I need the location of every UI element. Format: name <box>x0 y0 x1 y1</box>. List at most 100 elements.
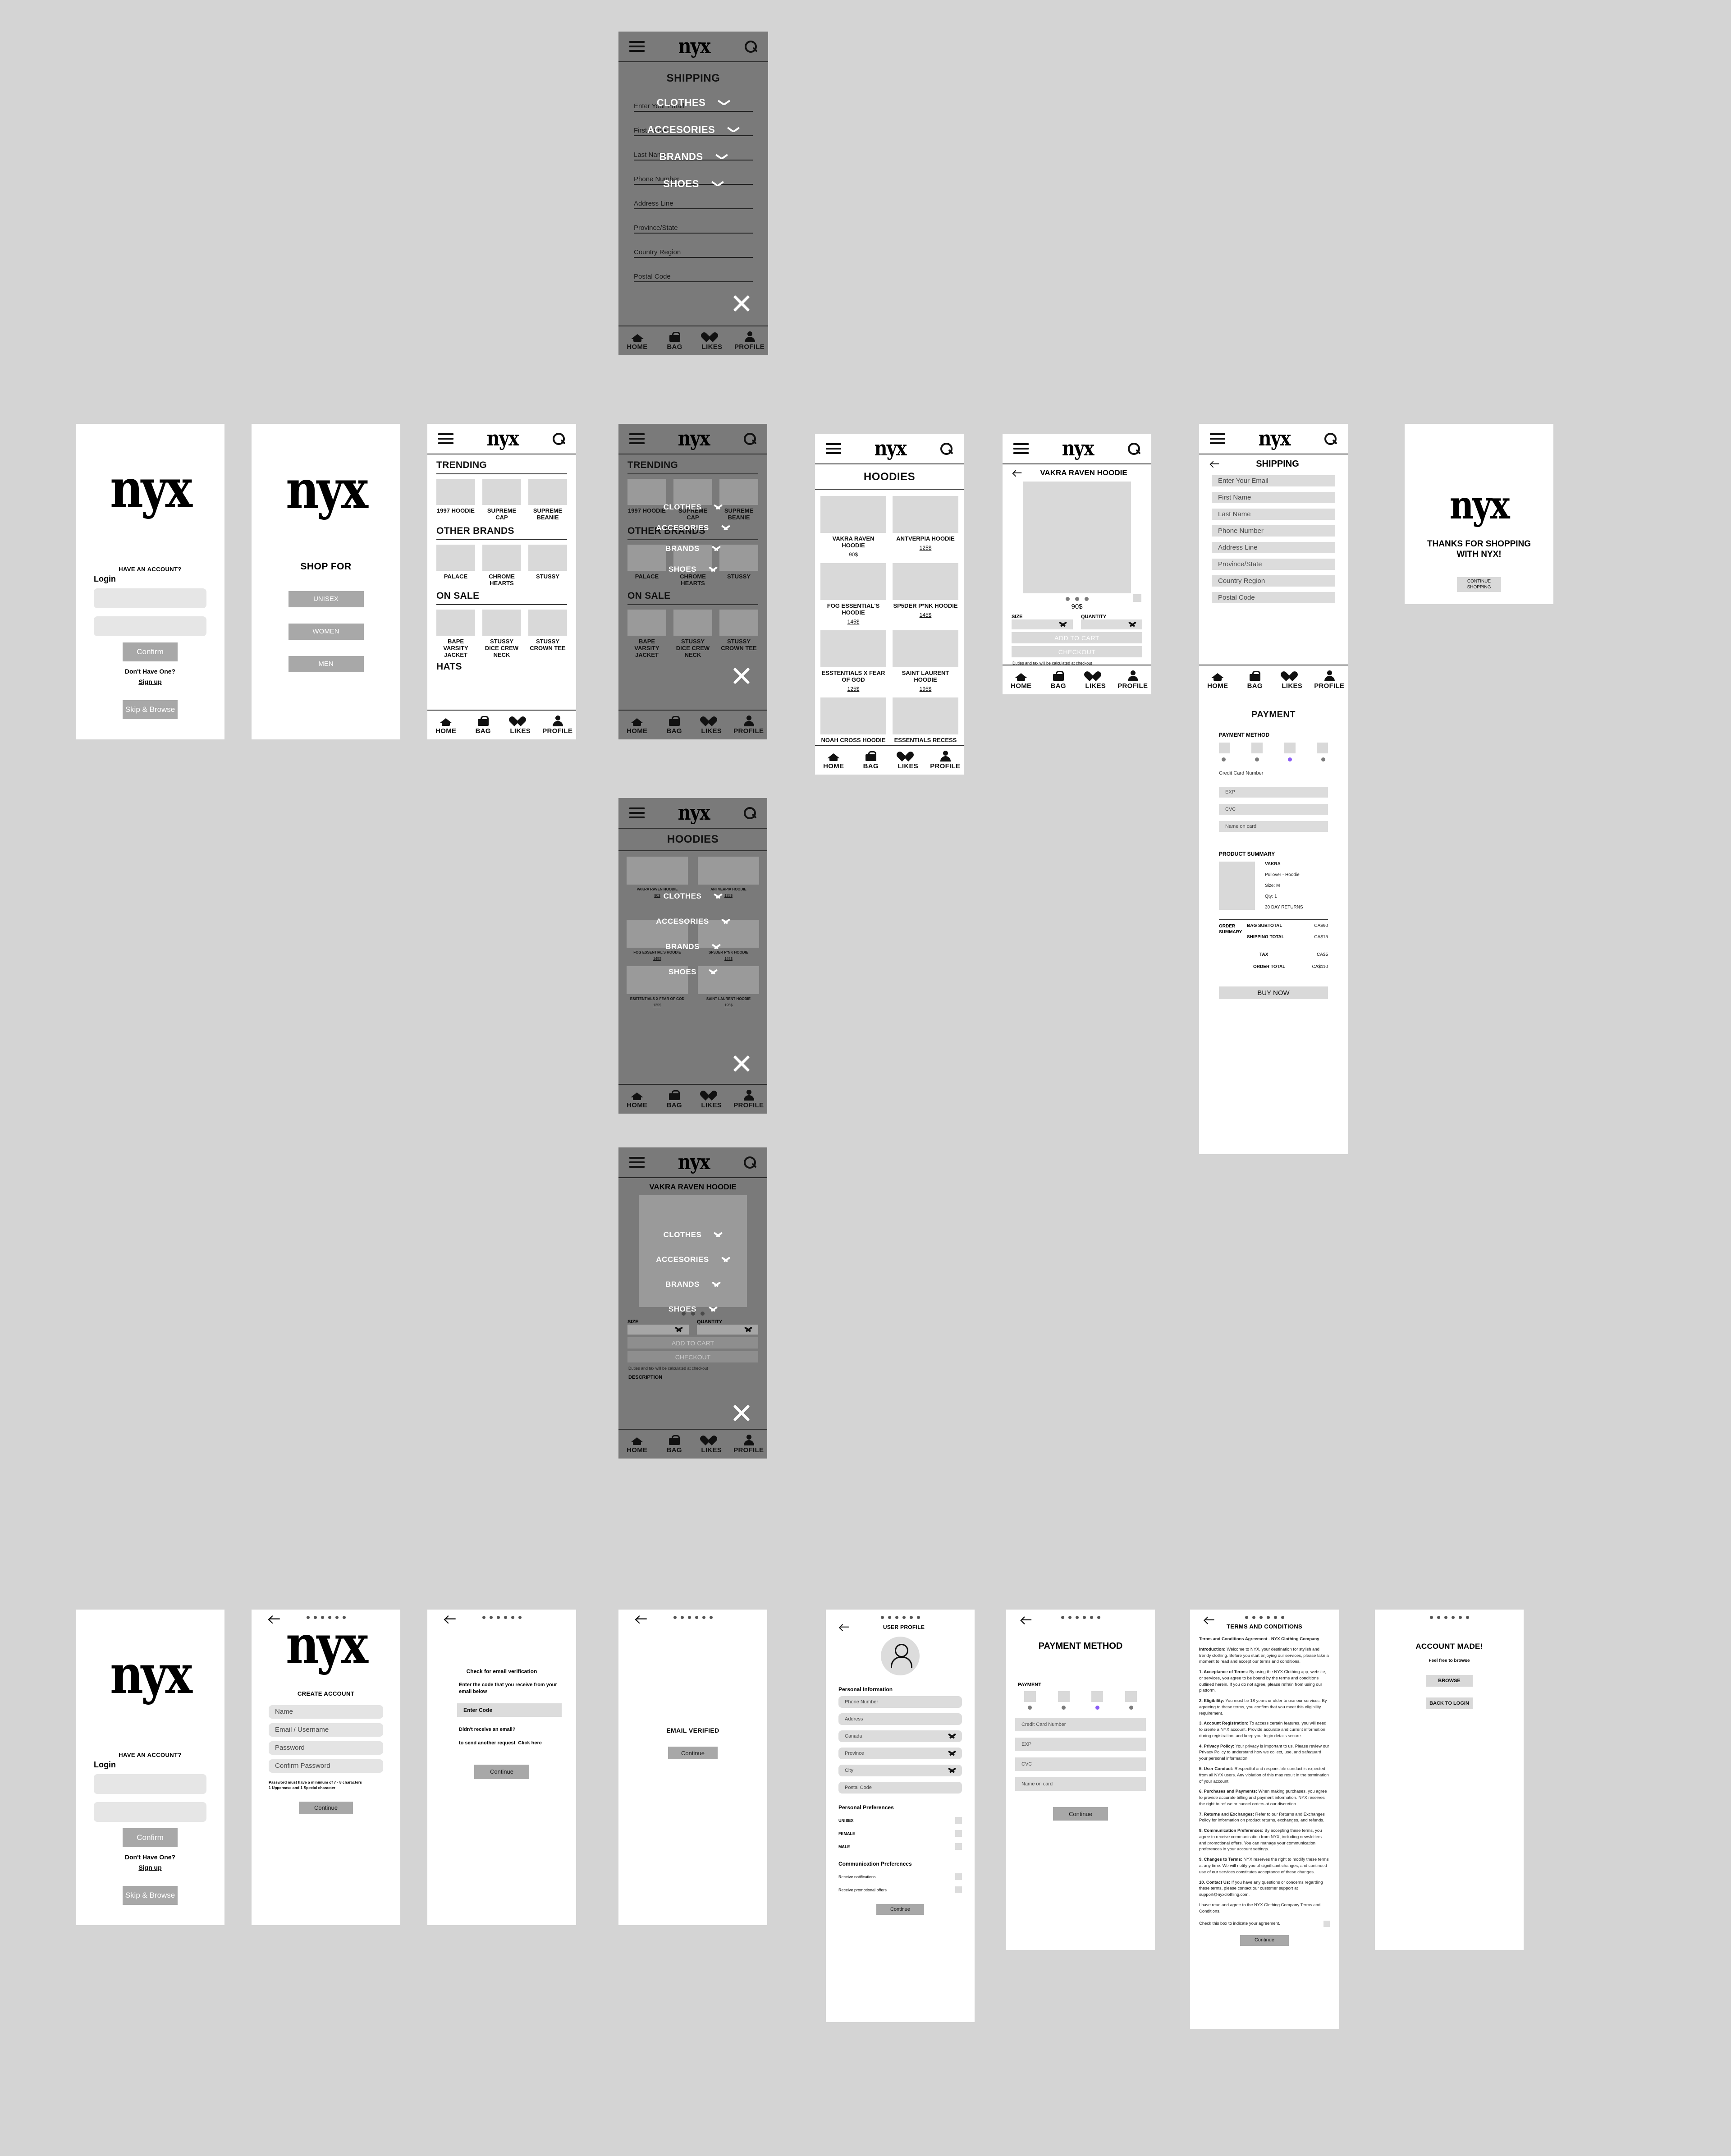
field-province[interactable]: Province/State <box>1212 559 1335 570</box>
carousel-dots[interactable] <box>1003 597 1151 601</box>
menu-icon[interactable] <box>629 433 645 444</box>
search-icon[interactable] <box>939 442 953 455</box>
nav-profile[interactable]: PROFILE <box>730 1434 768 1454</box>
field-exp[interactable]: EXP <box>1015 1738 1146 1751</box>
field-cvc[interactable]: CVC <box>1015 1757 1146 1771</box>
product-card[interactable]: ANTVERPIA HOODIE 125$ <box>893 496 958 558</box>
select-city[interactable]: City <box>838 1765 962 1776</box>
radio-option[interactable] <box>1255 757 1259 761</box>
password-input[interactable] <box>94 1802 206 1822</box>
chevron-down-icon[interactable] <box>709 969 717 975</box>
product-card[interactable]: 1997 HOODIE <box>436 479 475 521</box>
comm-notifications-checkbox[interactable] <box>955 1873 962 1880</box>
radio-option[interactable] <box>1062 1706 1066 1710</box>
continue-button[interactable]: Continue <box>1240 1935 1289 1946</box>
chevron-down-icon[interactable] <box>712 944 720 950</box>
menu-icon[interactable] <box>629 807 645 818</box>
product-card[interactable]: PALACE <box>436 544 475 587</box>
nav-profile[interactable]: PROFILE <box>730 715 768 735</box>
signup-link[interactable]: Sign up <box>76 1864 224 1871</box>
radio-option[interactable] <box>1321 757 1325 761</box>
field-password[interactable]: Password <box>269 1741 383 1755</box>
search-icon[interactable] <box>552 432 565 445</box>
drawer-item-accesories[interactable]: ACCESORIES <box>618 909 767 934</box>
drawer-item-brands[interactable]: BRANDS <box>618 934 767 959</box>
nav-home[interactable]: HOME <box>1199 670 1236 690</box>
drawer-item-shoes[interactable]: SHOES <box>618 1297 767 1321</box>
select-country[interactable]: Canada <box>838 1730 962 1742</box>
continue-button[interactable]: Continue <box>1053 1807 1108 1821</box>
continue-button[interactable]: Continue <box>668 1747 718 1759</box>
menu-icon[interactable] <box>629 41 645 52</box>
product-card[interactable]: SP5DER P*NK HOODIE 145$ <box>893 563 958 625</box>
product-card[interactable]: BAPE VARSITY JACKET <box>436 609 475 659</box>
nav-home[interactable]: HOME <box>618 1434 656 1454</box>
field-cvc[interactable]: CVC <box>1219 804 1328 815</box>
quantity-select[interactable] <box>1081 619 1142 629</box>
drawer-item-shoes[interactable]: SHOES <box>618 959 767 985</box>
drawer-item-accesories[interactable]: ACCESORIES <box>618 116 768 143</box>
drawer-item-brands[interactable]: BRANDS <box>618 1272 767 1297</box>
product-card[interactable]: STUSSY DICE CREW NECK <box>673 609 712 659</box>
browse-button[interactable]: BROWSE <box>1426 1675 1473 1687</box>
search-icon[interactable] <box>744 40 757 53</box>
radio-option[interactable] <box>1129 1706 1133 1710</box>
continue-button[interactable]: Continue <box>474 1764 529 1779</box>
drawer-item-brands[interactable]: BRANDS <box>618 143 768 170</box>
field-postal-code[interactable]: Postal Code <box>838 1782 962 1794</box>
add-to-cart-button[interactable]: ADD TO CART <box>627 1337 758 1349</box>
password-input[interactable] <box>94 616 206 636</box>
chevron-down-icon[interactable] <box>712 181 724 187</box>
product-card[interactable]: VAKRA RAVEN HOODIE 90$ <box>820 496 886 558</box>
nav-bag[interactable]: BAG <box>465 715 502 735</box>
nav-bag[interactable]: BAG <box>656 331 693 351</box>
payment-tile[interactable] <box>1091 1691 1104 1702</box>
nav-likes[interactable]: LIKES <box>1273 670 1311 690</box>
nav-home[interactable]: HOME <box>618 1089 656 1109</box>
field-exp[interactable]: EXP <box>1219 787 1328 798</box>
product-image[interactable] <box>1023 482 1131 593</box>
size-select[interactable] <box>627 1325 689 1335</box>
search-icon[interactable] <box>743 432 756 445</box>
nav-bag[interactable]: BAG <box>656 1089 693 1109</box>
nav-likes[interactable]: LIKES <box>1077 670 1114 690</box>
checkout-button[interactable]: CHECKOUT <box>627 1351 758 1362</box>
close-icon[interactable] <box>731 293 752 314</box>
confirm-button[interactable]: Confirm <box>123 642 178 661</box>
chevron-down-icon[interactable] <box>714 893 722 899</box>
field-postal[interactable]: Postal Code <box>1212 592 1335 603</box>
field-name-on-card[interactable]: Name on card <box>1015 1777 1146 1791</box>
nav-likes[interactable]: LIKES <box>693 1089 730 1109</box>
close-icon[interactable] <box>731 665 752 686</box>
product-card[interactable]: ESSTENTIALS X FEAR OF GOD 125$ <box>820 630 886 692</box>
drawer-item-clothes[interactable]: CLOTHES <box>618 497 767 518</box>
pref-male-checkbox[interactable] <box>955 1843 962 1850</box>
nav-likes[interactable]: LIKES <box>502 715 539 735</box>
nav-bag[interactable]: BAG <box>656 715 693 735</box>
chevron-down-icon[interactable] <box>718 100 730 106</box>
select-province[interactable]: Province <box>838 1748 962 1759</box>
field-email[interactable]: Enter Your Email <box>1212 475 1335 486</box>
field-address[interactable]: Address <box>838 1713 962 1725</box>
continue-shopping-button[interactable]: CONTINUE SHOPPING <box>1457 577 1501 592</box>
chevron-down-icon[interactable] <box>709 1306 717 1312</box>
payment-tile[interactable] <box>1219 743 1230 753</box>
add-to-cart-button[interactable]: ADD TO CART <box>1012 632 1142 643</box>
chevron-down-icon[interactable] <box>722 1257 730 1263</box>
nav-home[interactable]: HOME <box>618 331 656 351</box>
signup-link[interactable]: Sign up <box>76 678 224 685</box>
username-input[interactable] <box>94 1774 206 1794</box>
back-icon[interactable] <box>1012 469 1022 477</box>
menu-icon[interactable] <box>438 433 453 444</box>
nav-profile[interactable]: PROFILE <box>730 1089 768 1109</box>
nav-home[interactable]: HOME <box>1003 670 1040 690</box>
field-name[interactable]: Name <box>269 1705 383 1719</box>
continue-button[interactable]: Continue <box>299 1801 353 1814</box>
username-input[interactable] <box>94 588 206 608</box>
payment-tile[interactable] <box>1024 1691 1036 1702</box>
drawer-item-clothes[interactable]: CLOTHES <box>618 89 768 116</box>
search-icon[interactable] <box>743 806 756 820</box>
field-postal[interactable]: Postal Code <box>634 265 753 282</box>
chevron-down-icon[interactable] <box>728 127 739 133</box>
product-card[interactable]: CHROME HEARTS <box>482 544 521 587</box>
